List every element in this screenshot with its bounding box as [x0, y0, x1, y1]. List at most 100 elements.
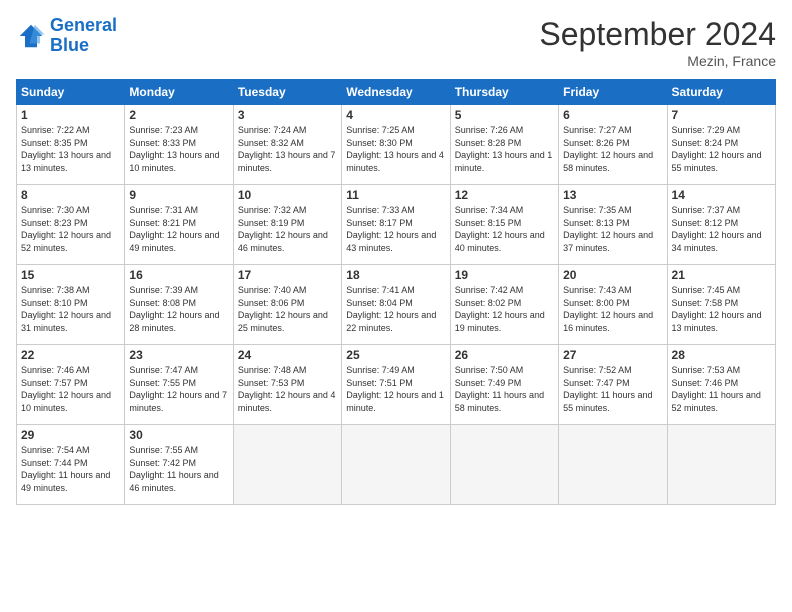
- logo-icon: [16, 21, 46, 51]
- table-row: 22 Sunrise: 7:46 AMSunset: 7:57 PMDayligh…: [17, 345, 776, 425]
- day-number: 29: [21, 428, 120, 442]
- day-info: Sunrise: 7:45 AMSunset: 7:58 PMDaylight:…: [672, 284, 771, 334]
- list-item: 30 Sunrise: 7:55 AMSunset: 7:42 PMDayligh…: [125, 425, 233, 505]
- day-info: Sunrise: 7:25 AMSunset: 8:30 PMDaylight:…: [346, 124, 445, 174]
- day-info: Sunrise: 7:41 AMSunset: 8:04 PMDaylight:…: [346, 284, 445, 334]
- day-number: 6: [563, 108, 662, 122]
- day-info: Sunrise: 7:33 AMSunset: 8:17 PMDaylight:…: [346, 204, 445, 254]
- table-row: 15Sunrise: 7:38 AMSunset: 8:10 PMDayligh…: [17, 265, 776, 345]
- list-item: 3Sunrise: 7:24 AMSunset: 8:32 AMDaylight…: [233, 105, 341, 185]
- title-block: September 2024 Mezin, France: [539, 16, 776, 69]
- day-info: Sunrise: 7:31 AMSunset: 8:21 PMDaylight:…: [129, 204, 228, 254]
- col-sunday: Sunday: [17, 80, 125, 105]
- day-number: 11: [346, 188, 445, 202]
- list-item: 4 Sunrise: 7:25 AMSunset: 8:30 PMDaylight…: [342, 105, 450, 185]
- list-item: 27Sunrise: 7:52 AMSunset: 7:47 PMDayligh…: [559, 345, 667, 425]
- list-item: 10 Sunrise: 7:32 AMSunset: 8:19 PMDayligh…: [233, 185, 341, 265]
- table-row: 1 Sunrise: 7:22 AMSunset: 8:35 PMDaylight…: [17, 105, 776, 185]
- header: General Blue September 2024 Mezin, Franc…: [16, 16, 776, 69]
- day-info: Sunrise: 7:50 AMSunset: 7:49 PMDaylight:…: [455, 364, 554, 414]
- day-number: 22: [21, 348, 120, 362]
- day-number: 2: [129, 108, 228, 122]
- day-info: Sunrise: 7:43 AMSunset: 8:00 PMDaylight:…: [563, 284, 662, 334]
- list-item: [233, 425, 341, 505]
- logo-line1: General: [50, 15, 117, 35]
- day-number: 5: [455, 108, 554, 122]
- list-item: 11 Sunrise: 7:33 AMSunset: 8:17 PMDayligh…: [342, 185, 450, 265]
- day-number: 3: [238, 108, 337, 122]
- list-item: 5 Sunrise: 7:26 AMSunset: 8:28 PMDaylight…: [450, 105, 558, 185]
- list-item: 21Sunrise: 7:45 AMSunset: 7:58 PMDayligh…: [667, 265, 775, 345]
- day-number: 8: [21, 188, 120, 202]
- list-item: 1 Sunrise: 7:22 AMSunset: 8:35 PMDaylight…: [17, 105, 125, 185]
- day-number: 4: [346, 108, 445, 122]
- list-item: 25 Sunrise: 7:49 AMSunset: 7:51 PMDayligh…: [342, 345, 450, 425]
- day-info: Sunrise: 7:54 AMSunset: 7:44 PMDaylight:…: [21, 444, 120, 494]
- month-title: September 2024: [539, 16, 776, 53]
- list-item: 26Sunrise: 7:50 AMSunset: 7:49 PMDayligh…: [450, 345, 558, 425]
- day-info: Sunrise: 7:38 AMSunset: 8:10 PMDaylight:…: [21, 284, 120, 334]
- day-number: 23: [129, 348, 228, 362]
- day-info: Sunrise: 7:46 AMSunset: 7:57 PMDaylight:…: [21, 364, 120, 414]
- list-item: 22 Sunrise: 7:46 AMSunset: 7:57 PMDayligh…: [17, 345, 125, 425]
- list-item: 20 Sunrise: 7:43 AMSunset: 8:00 PMDayligh…: [559, 265, 667, 345]
- day-number: 12: [455, 188, 554, 202]
- list-item: [559, 425, 667, 505]
- list-item: 18 Sunrise: 7:41 AMSunset: 8:04 PMDayligh…: [342, 265, 450, 345]
- day-info: Sunrise: 7:55 AMSunset: 7:42 PMDaylight:…: [129, 444, 228, 494]
- list-item: 8 Sunrise: 7:30 AMSunset: 8:23 PMDaylight…: [17, 185, 125, 265]
- col-saturday: Saturday: [667, 80, 775, 105]
- list-item: 12 Sunrise: 7:34 AMSunset: 8:15 PMDayligh…: [450, 185, 558, 265]
- page: General Blue September 2024 Mezin, Franc…: [0, 0, 792, 612]
- col-wednesday: Wednesday: [342, 80, 450, 105]
- logo: General Blue: [16, 16, 117, 56]
- day-info: Sunrise: 7:32 AMSunset: 8:19 PMDaylight:…: [238, 204, 337, 254]
- day-number: 17: [238, 268, 337, 282]
- day-info: Sunrise: 7:53 AMSunset: 7:46 PMDaylight:…: [672, 364, 771, 414]
- day-info: Sunrise: 7:27 AMSunset: 8:26 PMDaylight:…: [563, 124, 662, 174]
- day-info: Sunrise: 7:26 AMSunset: 8:28 PMDaylight:…: [455, 124, 554, 174]
- day-number: 10: [238, 188, 337, 202]
- list-item: [342, 425, 450, 505]
- day-info: Sunrise: 7:40 AMSunset: 8:06 PMDaylight:…: [238, 284, 337, 334]
- day-number: 24: [238, 348, 337, 362]
- list-item: 13Sunrise: 7:35 AMSunset: 8:13 PMDayligh…: [559, 185, 667, 265]
- day-info: Sunrise: 7:34 AMSunset: 8:15 PMDaylight:…: [455, 204, 554, 254]
- list-item: 7 Sunrise: 7:29 AMSunset: 8:24 PMDaylight…: [667, 105, 775, 185]
- day-number: 25: [346, 348, 445, 362]
- logo-text: General Blue: [50, 16, 117, 56]
- day-number: 18: [346, 268, 445, 282]
- day-info: Sunrise: 7:29 AMSunset: 8:24 PMDaylight:…: [672, 124, 771, 174]
- day-info: Sunrise: 7:37 AMSunset: 8:12 PMDaylight:…: [672, 204, 771, 254]
- list-item: 14 Sunrise: 7:37 AMSunset: 8:12 PMDayligh…: [667, 185, 775, 265]
- list-item: 19 Sunrise: 7:42 AMSunset: 8:02 PMDayligh…: [450, 265, 558, 345]
- calendar-table: Sunday Monday Tuesday Wednesday Thursday…: [16, 79, 776, 505]
- day-info: Sunrise: 7:42 AMSunset: 8:02 PMDaylight:…: [455, 284, 554, 334]
- list-item: 17 Sunrise: 7:40 AMSunset: 8:06 PMDayligh…: [233, 265, 341, 345]
- list-item: [450, 425, 558, 505]
- day-info: Sunrise: 7:49 AMSunset: 7:51 PMDaylight:…: [346, 364, 445, 414]
- list-item: [667, 425, 775, 505]
- header-row: Sunday Monday Tuesday Wednesday Thursday…: [17, 80, 776, 105]
- list-item: 28Sunrise: 7:53 AMSunset: 7:46 PMDayligh…: [667, 345, 775, 425]
- list-item: 16Sunrise: 7:39 AMSunset: 8:08 PMDayligh…: [125, 265, 233, 345]
- day-info: Sunrise: 7:39 AMSunset: 8:08 PMDaylight:…: [129, 284, 228, 334]
- day-number: 14: [672, 188, 771, 202]
- day-info: Sunrise: 7:47 AMSunset: 7:55 PMDaylight:…: [129, 364, 228, 414]
- day-number: 7: [672, 108, 771, 122]
- list-item: 9Sunrise: 7:31 AMSunset: 8:21 PMDaylight…: [125, 185, 233, 265]
- day-number: 1: [21, 108, 120, 122]
- day-info: Sunrise: 7:22 AMSunset: 8:35 PMDaylight:…: [21, 124, 120, 174]
- day-number: 19: [455, 268, 554, 282]
- col-tuesday: Tuesday: [233, 80, 341, 105]
- day-info: Sunrise: 7:23 AMSunset: 8:33 PMDaylight:…: [129, 124, 228, 174]
- list-item: 2 Sunrise: 7:23 AMSunset: 8:33 PMDaylight…: [125, 105, 233, 185]
- list-item: 15Sunrise: 7:38 AMSunset: 8:10 PMDayligh…: [17, 265, 125, 345]
- day-number: 13: [563, 188, 662, 202]
- day-number: 20: [563, 268, 662, 282]
- list-item: 29 Sunrise: 7:54 AMSunset: 7:44 PMDayligh…: [17, 425, 125, 505]
- col-thursday: Thursday: [450, 80, 558, 105]
- day-info: Sunrise: 7:30 AMSunset: 8:23 PMDaylight:…: [21, 204, 120, 254]
- table-row: 29 Sunrise: 7:54 AMSunset: 7:44 PMDayligh…: [17, 425, 776, 505]
- day-number: 30: [129, 428, 228, 442]
